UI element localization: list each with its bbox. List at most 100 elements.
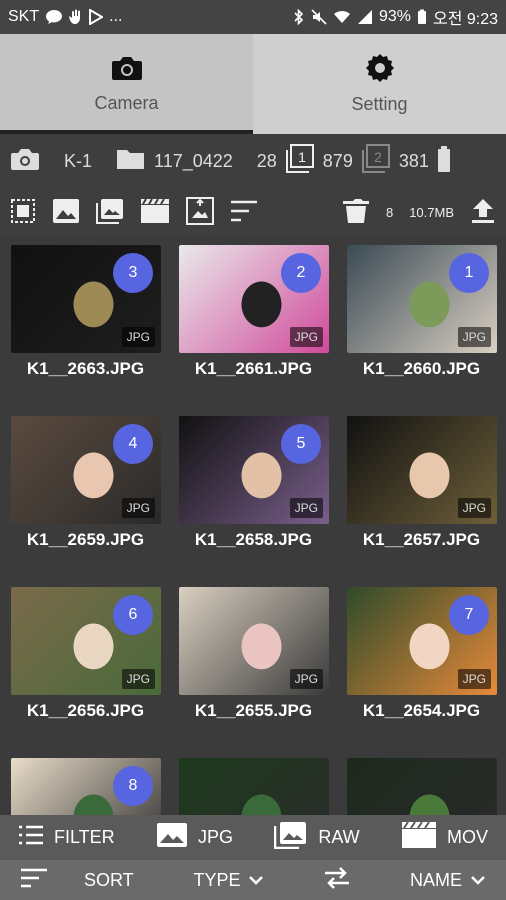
jpg-filter-label[interactable]: JPG — [198, 827, 233, 848]
photo-thumbnail[interactable]: 3 JPG — [11, 245, 161, 353]
sort-bar: SORT TYPE NAME — [0, 860, 506, 900]
slot-1-icon: 1 — [285, 144, 315, 179]
chevron-down-icon — [248, 870, 264, 891]
camera-icon — [111, 54, 143, 87]
filter-list-icon[interactable] — [18, 825, 44, 850]
selection-order-badge[interactable]: 2 — [281, 253, 321, 293]
svg-text:1: 1 — [298, 149, 306, 165]
jpg-filter-icon[interactable] — [156, 822, 188, 853]
sort-lines-icon[interactable] — [230, 200, 258, 225]
photo-thumbnail[interactable]: 1 JPG — [347, 245, 497, 353]
photo-thumbnail[interactable] — [347, 758, 497, 815]
photo-cell[interactable]: JPG K1__2655.JPG — [171, 583, 336, 751]
photo-cell[interactable]: 1 JPG K1__2660.JPG — [339, 241, 504, 409]
photo-cell[interactable]: 8 — [3, 754, 168, 815]
svg-text:2: 2 — [374, 149, 382, 165]
photo-cell[interactable] — [171, 754, 336, 815]
battery-icon — [417, 9, 427, 25]
photo-thumbnail[interactable] — [179, 758, 329, 815]
photo-cell[interactable]: 3 JPG K1__2663.JPG — [3, 241, 168, 409]
photo-cell[interactable]: 7 JPG K1__2654.JPG — [339, 583, 504, 751]
swap-order-icon[interactable] — [324, 866, 350, 894]
images-icon[interactable] — [96, 198, 124, 227]
photo-cell[interactable]: 5 JPG K1__2658.JPG — [171, 412, 336, 580]
photo-thumbnail[interactable]: JPG — [179, 587, 329, 695]
selection-order-badge[interactable]: 4 — [113, 424, 153, 464]
photo-cell[interactable]: 2 JPG K1__2661.JPG — [171, 241, 336, 409]
selection-order-badge[interactable]: 3 — [113, 253, 153, 293]
sort-icon — [20, 868, 48, 893]
top-tabs: Camera Setting — [0, 34, 506, 134]
selection-order-badge[interactable]: 8 — [113, 766, 153, 806]
app-screen: SKT ... 93% 오전 9:23 Camera Setting K-1 1… — [0, 0, 506, 900]
hand-icon — [69, 9, 83, 25]
photo-filename: K1__2657.JPG — [362, 530, 481, 549]
file-type-tag: JPG — [289, 498, 323, 518]
filter-label[interactable]: FILTER — [54, 827, 115, 848]
photo-filename: K1__2658.JPG — [194, 530, 313, 549]
carrier-label: SKT — [8, 8, 40, 25]
camera-small-icon — [10, 147, 40, 176]
file-type-tag: JPG — [457, 498, 491, 518]
selection-order-badge[interactable]: 5 — [281, 424, 321, 464]
battery-level-icon — [437, 145, 451, 178]
photo-filename: K1__2656.JPG — [26, 701, 145, 720]
selection-order-badge[interactable]: 1 — [449, 253, 489, 293]
selection-order-badge[interactable]: 7 — [449, 595, 489, 635]
photo-grid: 3 JPG K1__2663.JPG 2 JPG K1__2661.JPG 1 JPG K1__… — [0, 235, 506, 815]
selection-order-badge[interactable]: 6 — [113, 595, 153, 635]
photo-cell[interactable]: JPG K1__2657.JPG — [339, 412, 504, 580]
file-type-tag: JPG — [121, 669, 155, 689]
tab-camera[interactable]: Camera — [0, 34, 253, 134]
photo-thumbnail[interactable]: 6 JPG — [11, 587, 161, 695]
mov-filter-icon[interactable] — [401, 821, 437, 854]
type-dropdown[interactable]: TYPE — [193, 870, 264, 891]
name-dropdown[interactable]: NAME — [410, 870, 486, 891]
photo-thumbnail[interactable]: 5 JPG — [179, 416, 329, 524]
selected-size: 10.7MB — [409, 204, 454, 220]
photo-filename: K1__2655.JPG — [194, 701, 313, 720]
play-store-icon — [89, 9, 104, 25]
camera-model: K-1 — [64, 151, 93, 171]
battery-percent: 93% — [378, 8, 411, 25]
image-transfer-icon[interactable] — [186, 196, 214, 228]
camera-info-bar: K-1 117_0422 28 1 879 2 381 — [0, 134, 506, 189]
select-all-icon[interactable] — [10, 198, 36, 227]
photo-cell[interactable]: 6 JPG K1__2656.JPG — [3, 583, 168, 751]
photo-cell[interactable] — [339, 754, 504, 815]
photo-thumbnail[interactable]: 2 JPG — [179, 245, 329, 353]
trash-icon[interactable] — [342, 198, 370, 227]
slot-2-icon: 2 — [361, 144, 391, 179]
photo-thumbnail[interactable]: 4 JPG — [11, 416, 161, 524]
photo-filename: K1__2660.JPG — [362, 359, 481, 378]
photo-filename: K1__2659.JPG — [26, 530, 145, 549]
photo-thumbnail[interactable]: 7 JPG — [347, 587, 497, 695]
file-type-tag: JPG — [289, 669, 323, 689]
mute-icon — [311, 9, 327, 25]
chevron-down-icon — [470, 870, 486, 891]
tab-setting-label: Setting — [351, 94, 408, 114]
photo-cell[interactable]: 4 JPG K1__2659.JPG — [3, 412, 168, 580]
video-icon[interactable] — [140, 197, 170, 227]
sort-button[interactable]: SORT — [20, 868, 134, 893]
tab-setting[interactable]: Setting — [253, 34, 506, 134]
photo-thumbnail[interactable]: JPG — [347, 416, 497, 524]
photo-filename: K1__2663.JPG — [26, 359, 145, 378]
upload-icon[interactable] — [470, 198, 496, 227]
name-label: NAME — [410, 869, 463, 890]
file-type-tag: JPG — [121, 327, 155, 347]
folder-name[interactable]: 117_0422 — [154, 151, 233, 172]
file-type-tag: JPG — [289, 327, 323, 347]
folder-count: 28 — [256, 151, 277, 171]
raw-filter-label[interactable]: RAW — [318, 827, 359, 848]
gallery-toolbar: 8 10.7MB — [0, 189, 506, 235]
clock: 오전 9:23 — [432, 11, 498, 28]
photo-thumbnail[interactable]: 8 — [11, 758, 161, 815]
raw-filter-icon[interactable] — [274, 821, 308, 854]
folder-icon[interactable] — [116, 147, 146, 176]
signal-icon — [357, 9, 373, 25]
file-type-tag: JPG — [457, 327, 491, 347]
mov-filter-label[interactable]: MOV — [447, 827, 488, 848]
image-icon[interactable] — [52, 198, 80, 227]
file-type-tag: JPG — [457, 669, 491, 689]
